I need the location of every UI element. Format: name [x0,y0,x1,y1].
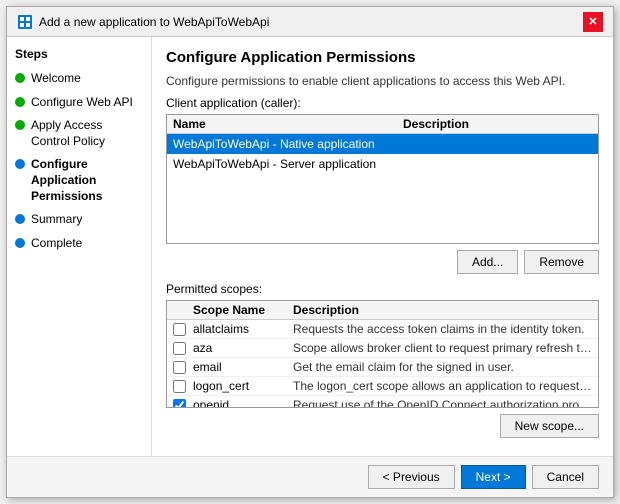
close-button[interactable]: ✕ [583,12,603,32]
step-summary: Summary [15,212,143,228]
scope-check-4[interactable] [173,399,193,408]
scopes-body: allatclaims Requests the access token cl… [167,320,598,407]
main-panel: Configure Application Permissions Config… [152,37,613,456]
checkbox-allatclaims[interactable] [173,323,186,336]
scope-desc-header: Description [293,303,592,317]
scope-row-0: allatclaims Requests the access token cl… [167,320,598,339]
step-access-control: Apply Access Control Policy [15,118,143,149]
scope-check-0[interactable] [173,323,193,336]
dialog-footer: < Previous Next > Cancel [7,456,613,497]
scope-name-3: logon_cert [193,379,293,393]
step-dot-welcome [15,73,25,83]
scopes-container: Scope Name Description allatclaims Reque… [166,300,599,408]
col-desc-header: Description [403,117,592,131]
step-label-configure-web-api: Configure Web API [31,95,133,111]
step-dot-app-permissions [15,159,25,169]
scope-row-4: openid Request use of the OpenID Connect… [167,396,598,407]
scope-name-1: aza [193,341,293,355]
checkbox-openid[interactable] [173,399,186,408]
scope-desc-2: Get the email claim for the signed in us… [293,360,592,374]
page-title: Configure Application Permissions [166,49,599,66]
checkbox-logon-cert[interactable] [173,380,186,393]
main-dialog: Add a new application to WebApiToWebApi … [6,6,614,498]
dialog-body: Steps Welcome Configure Web API Apply Ac… [7,37,613,456]
scope-name-0: allatclaims [193,322,293,336]
scope-row-1: aza Scope allows broker client to reques… [167,339,598,358]
scope-row-2: email Get the email claim for the signed… [167,358,598,377]
add-remove-row: Add... Remove [166,250,599,274]
step-label-access-control: Apply Access Control Policy [31,118,143,149]
scope-check-header [173,303,193,317]
permitted-scopes-label: Permitted scopes: [166,282,599,296]
new-scope-row: New scope... [166,414,599,438]
step-label-summary: Summary [31,212,82,228]
step-dot-access-control [15,120,25,130]
client-app-name-1: WebApiToWebApi - Server application [173,157,403,171]
client-app-label: Client application (caller): [166,96,599,110]
client-app-desc-1 [403,157,592,171]
cancel-button[interactable]: Cancel [532,465,599,489]
col-name-header: Name [173,117,403,131]
step-label-complete: Complete [31,236,82,252]
step-app-permissions: Configure Application Permissions [15,157,143,204]
scope-name-header: Scope Name [193,303,293,317]
step-configure-web-api: Configure Web API [15,95,143,111]
scope-check-2[interactable] [173,361,193,374]
client-app-desc-0 [403,137,592,151]
scope-desc-0: Requests the access token claims in the … [293,322,592,336]
step-dot-complete [15,238,25,248]
description: Configure permissions to enable client a… [166,74,599,88]
client-app-row-0[interactable]: WebApiToWebApi - Native application [167,134,598,154]
new-scope-button[interactable]: New scope... [500,414,599,438]
scope-check-1[interactable] [173,342,193,355]
remove-button[interactable]: Remove [524,250,599,274]
app-icon [17,14,33,30]
step-welcome: Welcome [15,71,143,87]
scope-name-4: openid [193,398,293,407]
title-bar-left: Add a new application to WebApiToWebApi [17,14,269,30]
client-app-row-1[interactable]: WebApiToWebApi - Server application [167,154,598,174]
scope-name-2: email [193,360,293,374]
next-button[interactable]: Next > [461,465,526,489]
scopes-header: Scope Name Description [167,301,598,320]
client-app-name-0: WebApiToWebApi - Native application [173,137,403,151]
dialog-title: Add a new application to WebApiToWebApi [39,15,269,29]
scope-desc-4: Request use of the OpenID Connect author… [293,398,592,407]
scope-check-3[interactable] [173,380,193,393]
step-label-app-permissions: Configure Application Permissions [31,157,143,204]
step-dot-summary [15,214,25,224]
title-bar: Add a new application to WebApiToWebApi … [7,7,613,37]
scope-desc-3: The logon_cert scope allows an applicati… [293,379,592,393]
checkbox-email[interactable] [173,361,186,374]
client-app-table: Name Description WebApiToWebApi - Native… [166,114,599,244]
previous-button[interactable]: < Previous [368,465,455,489]
scope-desc-1: Scope allows broker client to request pr… [293,341,592,355]
steps-heading: Steps [15,47,143,61]
checkbox-aza[interactable] [173,342,186,355]
table-header: Name Description [167,115,598,134]
scope-row-3: logon_cert The logon_cert scope allows a… [167,377,598,396]
steps-panel: Steps Welcome Configure Web API Apply Ac… [7,37,152,456]
step-complete: Complete [15,236,143,252]
add-button[interactable]: Add... [457,250,518,274]
step-label-welcome: Welcome [31,71,81,87]
step-dot-configure-web-api [15,97,25,107]
